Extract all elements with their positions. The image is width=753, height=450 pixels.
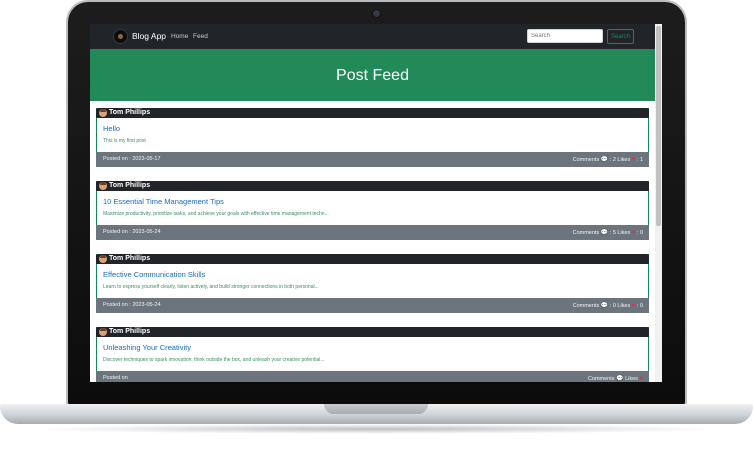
card-footer: Posted on : 2023-05-24 Comments 💬 : 0 Li… bbox=[96, 298, 649, 313]
author-name: Tom Phillips bbox=[109, 255, 151, 262]
nav-link-feed[interactable]: Feed bbox=[193, 33, 208, 40]
comments-label: Comments bbox=[587, 376, 615, 382]
navbar: Blog App Home Feed Search bbox=[90, 24, 655, 49]
posted-label: Posted on bbox=[103, 375, 128, 381]
author-name: Tom Phillips bbox=[109, 182, 151, 189]
likes-label: Likes bbox=[617, 230, 631, 236]
vertical-scrollbar[interactable] bbox=[655, 24, 662, 382]
heart-icon[interactable]: ♥ bbox=[632, 230, 636, 236]
posted-label: Posted on bbox=[103, 302, 128, 308]
speech-bubble-icon[interactable]: 💬 bbox=[616, 376, 623, 382]
comments-count: 2 bbox=[612, 157, 616, 163]
brand-link[interactable]: Blog App bbox=[132, 31, 166, 41]
comments-label: Comments bbox=[572, 157, 600, 163]
heart-icon[interactable]: ♥ bbox=[639, 376, 643, 382]
card-footer: Posted on Comments 💬 Likes ♥ bbox=[96, 371, 649, 382]
speech-bubble-icon[interactable]: 💬 bbox=[601, 230, 608, 236]
author-name: Tom Phillips bbox=[109, 328, 151, 335]
card-footer: Posted on : 2023-05-24 Comments 💬 : 5 Li… bbox=[96, 225, 649, 240]
post-stats: Comments 💬 : 2 Likes ♥ : 1 bbox=[572, 157, 643, 163]
posted-date: Posted on : 2023-05-17 bbox=[103, 156, 161, 162]
posted-label: Posted on bbox=[103, 229, 128, 235]
post-card: Tom Phillips Hello This is my first post… bbox=[96, 108, 649, 167]
card-header: Tom Phillips bbox=[96, 327, 649, 337]
post-excerpt: Discover techniques to spark innovation,… bbox=[103, 357, 325, 363]
post-excerpt: Learn to express yourself clearly, liste… bbox=[103, 284, 319, 290]
user-avatar-icon bbox=[99, 182, 107, 190]
hero-banner: Post Feed bbox=[90, 49, 655, 101]
post-card: Tom Phillips Unleashing Your Creativity … bbox=[96, 327, 649, 382]
heart-icon[interactable]: ♥ bbox=[632, 303, 636, 309]
posted-date: Posted on : 2023-05-24 bbox=[103, 229, 161, 235]
comments-label: Comments bbox=[572, 230, 600, 236]
post-title-link[interactable]: Unleashing Your Creativity bbox=[103, 343, 191, 352]
card-header: Tom Phillips bbox=[96, 108, 649, 118]
likes-label: Likes bbox=[617, 157, 631, 163]
speech-bubble-icon[interactable]: 💬 bbox=[601, 303, 608, 309]
user-avatar-icon bbox=[99, 255, 107, 263]
user-avatar-icon bbox=[99, 328, 107, 336]
likes-count: 1 bbox=[639, 157, 643, 163]
post-stats: Comments 💬 : 5 Likes ♥ : 0 bbox=[572, 230, 643, 236]
search-input[interactable] bbox=[527, 29, 603, 43]
post-title-link[interactable]: Hello bbox=[103, 124, 120, 133]
post-card: Tom Phillips Effective Communication Ski… bbox=[96, 254, 649, 313]
nav-link-home[interactable]: Home bbox=[171, 33, 188, 40]
card-header: Tom Phillips bbox=[96, 181, 649, 191]
laptop-notch bbox=[324, 404, 428, 414]
post-excerpt: Maximize productivity, prioritize tasks,… bbox=[103, 211, 329, 217]
post-card: Tom Phillips 10 Essential Time Managemen… bbox=[96, 181, 649, 240]
likes-count: 0 bbox=[639, 230, 643, 236]
posted-label: Posted on bbox=[103, 156, 128, 162]
comments-label: Comments bbox=[572, 303, 600, 309]
comments-count: 5 bbox=[612, 230, 616, 236]
likes-count: 0 bbox=[639, 303, 643, 309]
post-stats: Comments 💬 : 0 Likes ♥ : 0 bbox=[572, 303, 643, 309]
author-name: Tom Phillips bbox=[109, 109, 151, 116]
likes-label: Likes bbox=[625, 376, 638, 382]
webcam bbox=[373, 10, 380, 17]
post-stats: Comments 💬 Likes ♥ bbox=[588, 375, 643, 382]
laptop-shadow bbox=[30, 424, 723, 434]
heart-icon[interactable]: ♥ bbox=[632, 157, 636, 163]
likes-label: Likes bbox=[617, 303, 631, 309]
scrollbar-thumb[interactable] bbox=[656, 26, 661, 226]
post-date: 2023-05-24 bbox=[132, 302, 161, 308]
posted-date: Posted on bbox=[103, 375, 128, 381]
post-title-link[interactable]: 10 Essential Time Management Tips bbox=[103, 197, 224, 206]
blog-logo-icon[interactable] bbox=[114, 30, 127, 43]
search-button[interactable]: Search bbox=[607, 29, 634, 44]
card-header: Tom Phillips bbox=[96, 254, 649, 264]
comments-count: 0 bbox=[612, 303, 616, 309]
browser-viewport: Blog App Home Feed Search Post Feed Tom … bbox=[90, 24, 662, 382]
user-avatar-icon bbox=[99, 109, 107, 117]
post-title-link[interactable]: Effective Communication Skills bbox=[103, 270, 205, 279]
post-date: 2023-05-24 bbox=[132, 229, 161, 235]
card-footer: Posted on : 2023-05-17 Comments 💬 : 2 Li… bbox=[96, 152, 649, 167]
speech-bubble-icon[interactable]: 💬 bbox=[601, 157, 608, 163]
page-title: Post Feed bbox=[336, 67, 409, 84]
posted-date: Posted on : 2023-05-24 bbox=[103, 302, 161, 308]
post-date: 2023-05-17 bbox=[132, 156, 161, 162]
post-excerpt: This is my first post bbox=[103, 138, 146, 144]
